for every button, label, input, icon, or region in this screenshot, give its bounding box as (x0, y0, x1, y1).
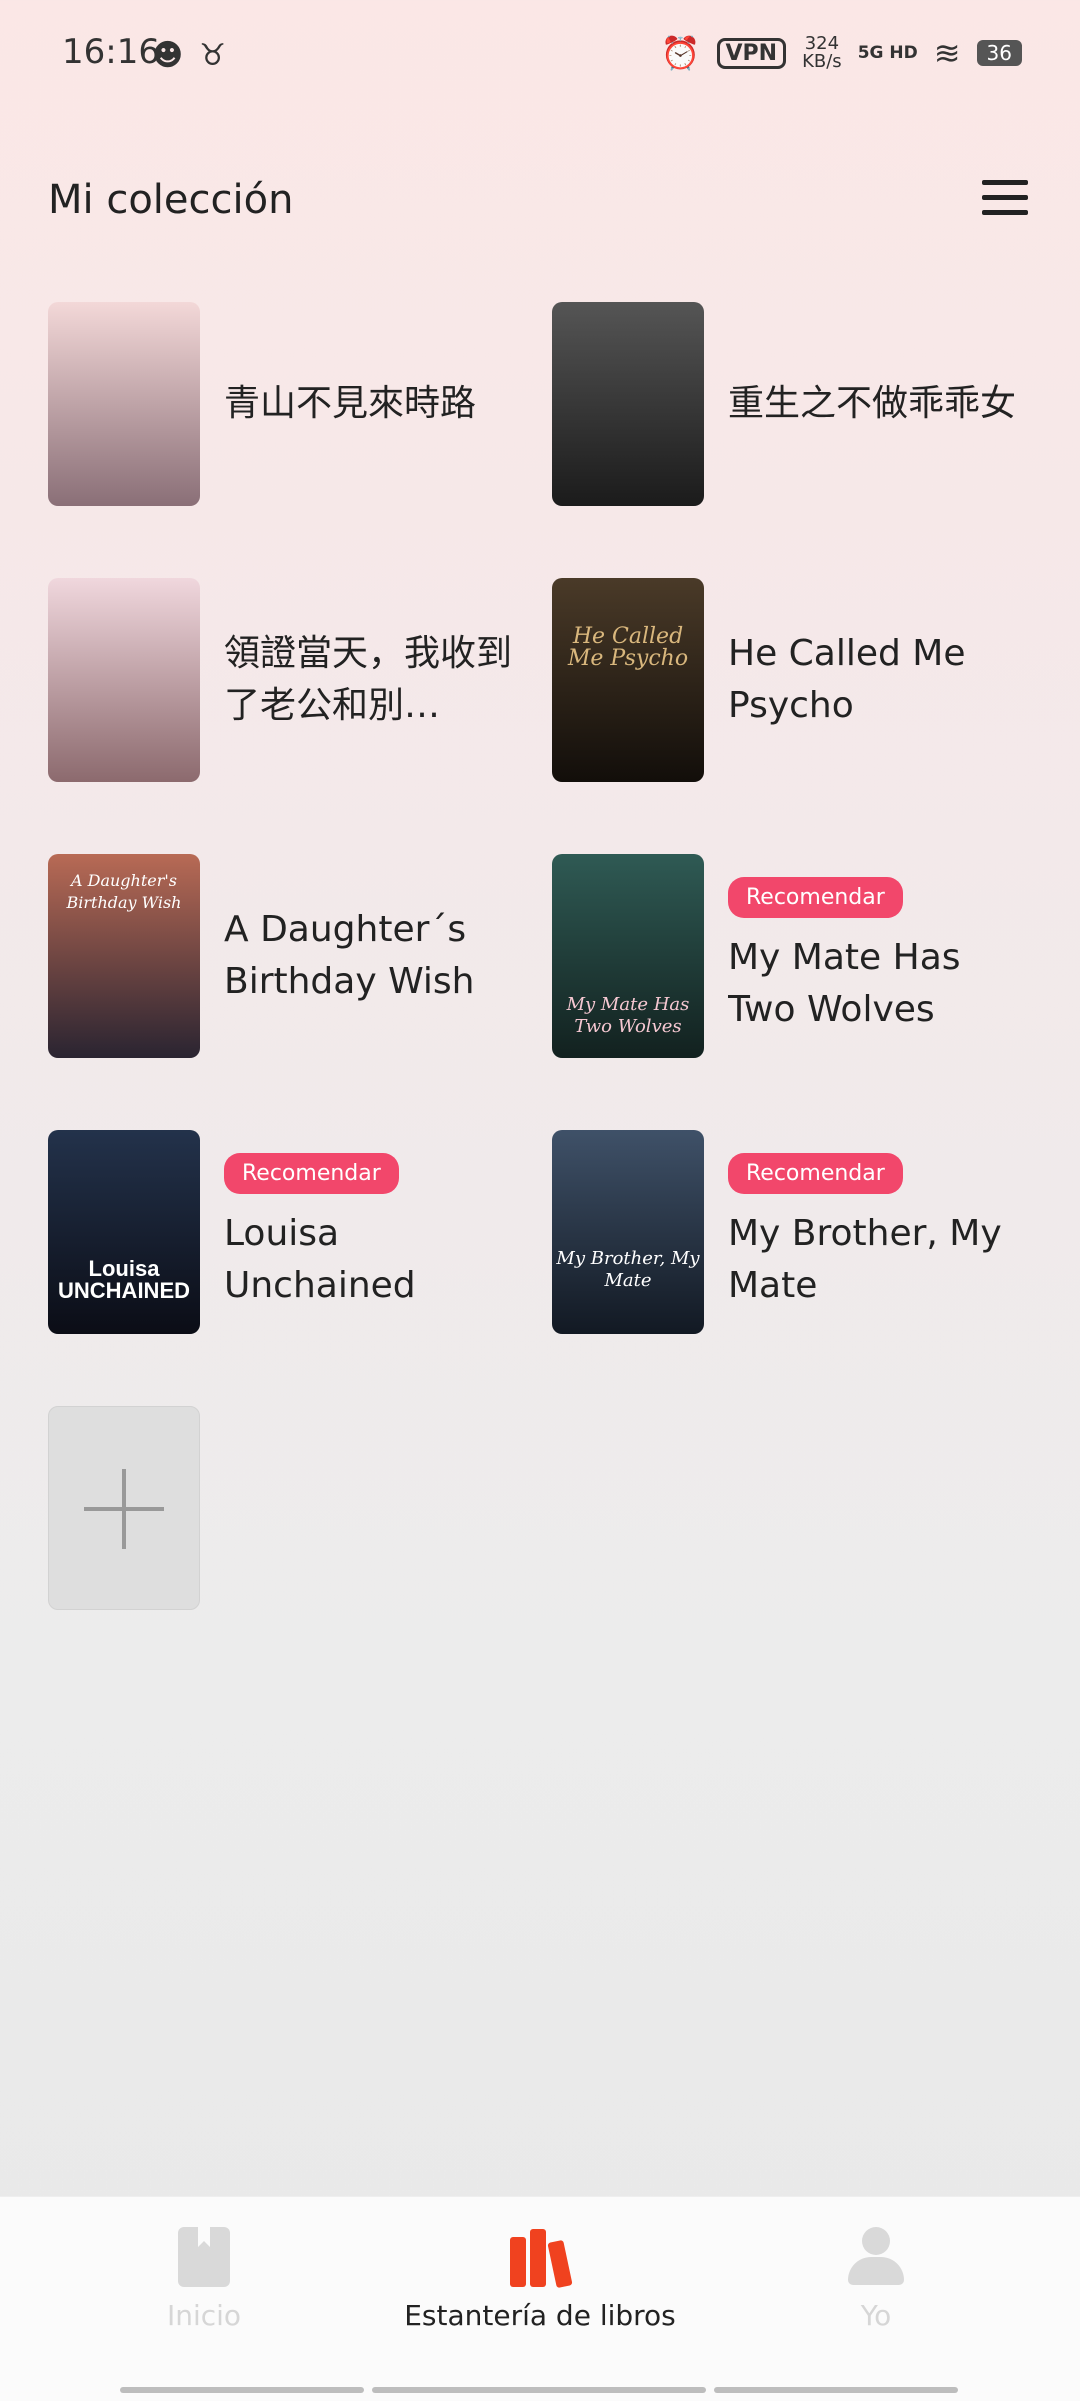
book-icon (178, 2227, 230, 2287)
gesture-bar (372, 2387, 706, 2393)
book-title[interactable]: My Mate Has Two Wolves (728, 932, 1028, 1036)
page-title: Mi colección (48, 177, 294, 223)
book-cover[interactable] (48, 578, 200, 782)
gesture-bar (120, 2387, 364, 2393)
bookshelf-icon (508, 2227, 573, 2289)
book-title[interactable]: 領證當天，我收到了老公和別… (224, 628, 524, 732)
recommend-badge: Recomendar (728, 1152, 903, 1194)
tab-bookshelf[interactable]: Estantería de libros (390, 2227, 690, 2332)
book-item[interactable]: He Called Me Psycho He Called Me Psycho (552, 578, 1032, 782)
cow-icon: ♉ (199, 38, 227, 73)
book-cover[interactable]: My Brother, My Mate (552, 1130, 704, 1334)
hamburger-menu-icon[interactable] (982, 180, 1028, 220)
tab-yo[interactable]: Yo (726, 2227, 1026, 2332)
gesture-bar (714, 2387, 958, 2393)
tab-label: Estantería de libros (404, 2299, 676, 2332)
book-cover[interactable]: A Daughter's Birthday Wish (48, 854, 200, 1058)
book-title[interactable]: Louisa Unchained (224, 1208, 524, 1312)
recommend-badge: Recomendar (728, 876, 903, 918)
tab-label: Inicio (166, 2299, 242, 2332)
book-title[interactable]: 青山不見來時路 (224, 378, 524, 430)
book-title[interactable]: My Brother, My Mate (728, 1208, 1028, 1312)
add-book-button[interactable] (48, 1406, 200, 1610)
status-bar: 16:16 ☻ ♉ ⏰ VPN 324 KB/s 5G HD ≋ 36 (0, 0, 1080, 110)
book-item[interactable]: My Brother, My Mate Recomendar My Brothe… (552, 1130, 1032, 1334)
book-cover[interactable] (48, 302, 200, 506)
person-icon (848, 2227, 904, 2287)
book-item[interactable]: 青山不見來時路 (48, 302, 528, 506)
book-cover[interactable]: Louisa UNCHAINED (48, 1130, 200, 1334)
alarm-icon: ⏰ (660, 34, 701, 72)
battery-indicator: 36 (976, 40, 1022, 66)
bottom-tab-bar: Inicio Estantería de libros Yo (0, 2196, 1080, 2401)
tab-label: Yo (860, 2299, 892, 2332)
book-cover[interactable]: He Called Me Psycho (552, 578, 704, 782)
book-item[interactable]: 領證當天，我收到了老公和別… (48, 578, 528, 782)
recommend-badge: Recomendar (224, 1152, 399, 1194)
status-time: 16:16 (62, 32, 160, 72)
tab-inicio[interactable]: Inicio (54, 2227, 354, 2332)
book-item[interactable]: A Daughter's Birthday Wish A Daughter´s … (48, 854, 528, 1058)
book-title[interactable]: 重生之不做乖乖女 (728, 378, 1028, 430)
book-cover[interactable] (552, 302, 704, 506)
book-item[interactable]: 重生之不做乖乖女 (552, 302, 1032, 506)
book-cover[interactable]: My Mate Has Two Wolves (552, 854, 704, 1058)
book-title[interactable]: A Daughter´s Birthday Wish (224, 904, 524, 1008)
network-speed: 324 KB/s (802, 33, 842, 72)
book-title[interactable]: He Called Me Psycho (728, 628, 1028, 732)
wifi-icon: ≋ (933, 34, 961, 72)
network-type: 5G HD (857, 43, 918, 63)
page-header: Mi colección (48, 170, 1028, 240)
book-item[interactable]: Louisa UNCHAINED Recomendar Louisa Uncha… (48, 1130, 528, 1334)
book-item[interactable]: My Mate Has Two Wolves Recomendar My Mat… (552, 854, 1032, 1058)
vpn-indicator: VPN (716, 37, 787, 69)
wechat-icon: ☻ (152, 38, 184, 73)
